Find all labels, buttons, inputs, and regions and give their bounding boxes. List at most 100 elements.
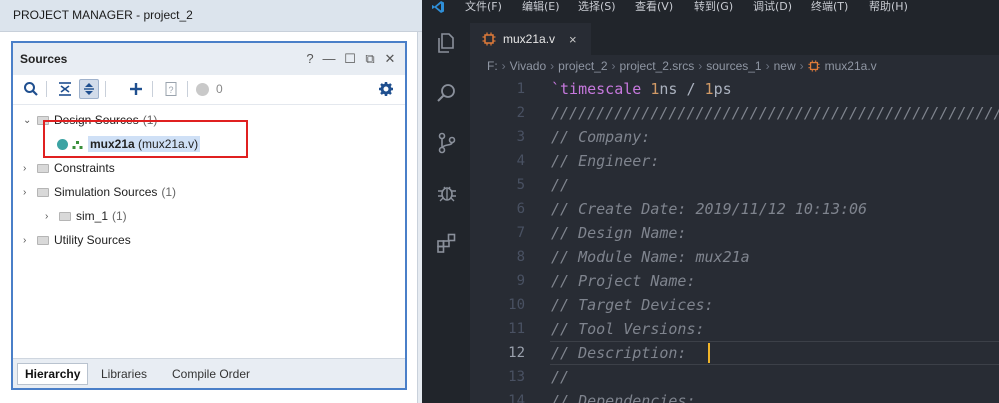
expand-all-icon[interactable]: [79, 79, 99, 99]
chevron-right-icon[interactable]: ›: [45, 211, 55, 222]
gear-icon[interactable]: [376, 79, 396, 99]
minimize-button[interactable]: —: [322, 52, 336, 66]
tab-label: mux21a.v: [503, 32, 556, 46]
code-line[interactable]: 6 // Create Date: 2019/11/12 10:13:06: [470, 197, 999, 221]
chevron-right-icon[interactable]: ›: [23, 235, 33, 246]
breadcrumb-item[interactable]: new: [774, 59, 796, 73]
tab-compile-order[interactable]: Compile Order: [165, 363, 257, 385]
close-icon[interactable]: ×: [569, 32, 577, 47]
float-button[interactable]: ⧉: [363, 52, 377, 66]
code-line[interactable]: 8 // Module Name: mux21a: [470, 245, 999, 269]
code-line[interactable]: 14 // Dependencies:: [470, 389, 999, 403]
code-line[interactable]: 13 //: [470, 365, 999, 389]
search-icon[interactable]: [21, 79, 41, 99]
line-number: 7: [516, 225, 525, 241]
tree-item-label: Utility Sources: [54, 233, 131, 247]
tree-item-utility-sources[interactable]: › Utility Sources: [23, 229, 131, 251]
code-line[interactable]: 4 // Engineer:: [470, 149, 999, 173]
code-line[interactable]: 7 // Design Name:: [470, 221, 999, 245]
menu-edit[interactable]: 编辑(E): [522, 0, 560, 13]
line-number: 8: [516, 249, 525, 265]
folder-icon: [37, 163, 49, 173]
tab-libraries[interactable]: Libraries: [94, 363, 154, 385]
code-line[interactable]: 9 // Project Name:: [470, 269, 999, 293]
collapse-all-icon[interactable]: [55, 79, 75, 99]
code-line[interactable]: 2 ///////////////////////////////////////…: [470, 101, 999, 125]
chevron-down-icon[interactable]: ⌄: [23, 115, 33, 126]
code-editor[interactable]: 1 `timescale 1ns / 1ps 2//////////////////…: [470, 77, 999, 403]
line-number: 13: [508, 369, 525, 385]
add-sources-icon[interactable]: [126, 79, 146, 99]
code-text: // Tool Versions:: [551, 320, 705, 338]
code-line[interactable]: 12 // Description:: [470, 341, 999, 365]
menu-help[interactable]: 帮助(H): [869, 0, 908, 13]
svg-text:?: ?: [168, 85, 173, 95]
search-icon[interactable]: [435, 81, 459, 105]
menu-selection[interactable]: 选择(S): [578, 0, 616, 13]
sources-toolbar: ? 0: [13, 75, 405, 105]
menu-terminal[interactable]: 终端(T): [811, 0, 848, 13]
project-manager-title: PROJECT MANAGER - project_2: [13, 8, 193, 22]
folder-icon: [59, 211, 71, 221]
warnings-indicator[interactable]: 0: [196, 79, 230, 99]
source-control-icon[interactable]: [435, 131, 459, 155]
status-circle-icon: [196, 82, 209, 96]
chevron-right-icon[interactable]: ›: [23, 187, 33, 198]
breadcrumb-item[interactable]: project_2.srcs: [620, 59, 695, 73]
tab-mux21a[interactable]: mux21a.v ×: [470, 23, 591, 55]
code-text: // Module Name: mux21a: [551, 248, 750, 266]
line-number: 12: [508, 345, 525, 361]
tree-item-simulation-sources[interactable]: › Simulation Sources (1): [23, 181, 176, 203]
menu-debug[interactable]: 调试(D): [753, 0, 792, 13]
breadcrumb-item[interactable]: mux21a.v: [825, 59, 877, 73]
code-text: ////////////////////////////////////////…: [551, 104, 999, 122]
source-file-properties-icon[interactable]: ?: [161, 79, 181, 99]
folder-icon: [37, 235, 49, 245]
code-text: // Create Date: 2019/11/12 10:13:06: [551, 200, 868, 218]
line-number: 1: [516, 81, 525, 97]
folder-icon: [37, 187, 49, 197]
breadcrumb-item[interactable]: sources_1: [706, 59, 761, 73]
code-line[interactable]: 11 // Tool Versions:: [470, 317, 999, 341]
menu-view[interactable]: 查看(V): [635, 0, 673, 13]
extensions-icon[interactable]: [435, 231, 459, 255]
maximize-button[interactable]: ☐: [343, 52, 357, 66]
chip-file-icon: [808, 60, 820, 72]
vivado-window: PROJECT MANAGER - project_2 Sources ? — …: [0, 0, 422, 403]
code-text: // Design Name:: [551, 224, 687, 242]
breadcrumb-item[interactable]: project_2: [558, 59, 607, 73]
code-line[interactable]: 1 `timescale 1ns / 1ps: [470, 77, 999, 101]
code-text: //: [551, 176, 570, 194]
line-number: 6: [516, 201, 525, 217]
tree-item-count: (1): [112, 209, 127, 223]
tab-hierarchy[interactable]: Hierarchy: [17, 363, 89, 385]
code-line[interactable]: 10 // Target Devices:: [470, 293, 999, 317]
breadcrumb: F: › Vivado › project_2 › project_2.srcs › s…: [487, 59, 877, 73]
tree-item-label: Constraints: [54, 161, 115, 175]
code-line[interactable]: 5 //: [470, 173, 999, 197]
line-number: 2: [516, 105, 525, 121]
help-button[interactable]: ?: [303, 52, 317, 66]
code-text: // Dependencies:: [551, 392, 696, 403]
debug-bug-icon[interactable]: [435, 181, 459, 205]
sources-panel: Sources ? — ☐ ⧉ ✕ ? 0 ⌄ Design Sources (…: [11, 41, 407, 390]
line-number: 4: [516, 153, 525, 169]
menu-file[interactable]: 文件(F): [465, 0, 502, 13]
code-line[interactable]: 3 // Company:: [470, 125, 999, 149]
tree-item-constraints[interactable]: › Constraints: [23, 157, 115, 179]
annotation-red-box: [43, 120, 248, 158]
menu-go[interactable]: 转到(G): [694, 0, 733, 13]
line-number: 9: [516, 273, 525, 289]
breadcrumb-item[interactable]: Vivado: [510, 59, 546, 73]
line-number: 3: [516, 129, 525, 145]
sources-panel-title: Sources: [20, 52, 68, 66]
close-button[interactable]: ✕: [383, 52, 397, 66]
explorer-icon[interactable]: [435, 31, 459, 55]
line-number: 5: [516, 177, 525, 193]
chevron-right-icon[interactable]: ›: [23, 163, 33, 174]
code-text: // Project Name:: [551, 272, 696, 290]
project-manager-header: PROJECT MANAGER - project_2: [0, 0, 422, 32]
tree-item-sim-1[interactable]: › sim_1 (1): [45, 205, 127, 227]
breadcrumb-item[interactable]: F:: [487, 59, 498, 73]
tree-item-label: sim_1: [76, 209, 109, 223]
